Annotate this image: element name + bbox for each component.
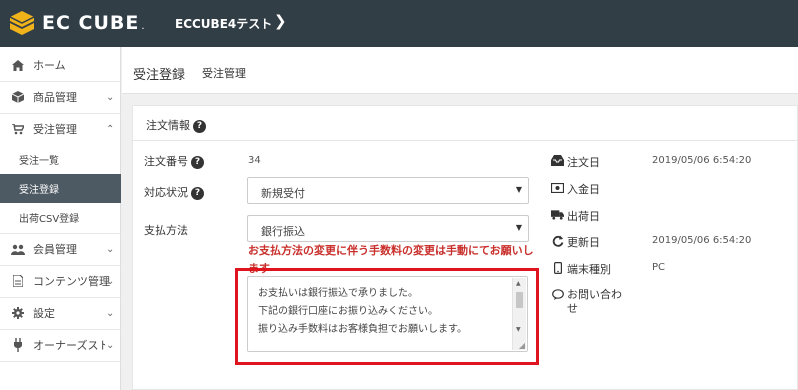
order-date-label: 注文日: [567, 156, 600, 169]
section-title: 注文情報?: [146, 117, 206, 133]
gear-icon: [11, 306, 25, 320]
mobile-icon: [551, 261, 564, 274]
update-date-label: 更新日: [567, 236, 600, 249]
cube-icon: [11, 90, 25, 104]
page-header: 受注登録 受注管理: [122, 47, 798, 94]
update-date-value: 2019/05/06 6:54:20: [652, 235, 752, 246]
chevron-down-icon: ⌄: [106, 275, 115, 287]
sidebar-item-orders[interactable]: 受注管理 ⌃: [0, 113, 121, 145]
sidebar: ホーム 商品管理 ⌄ 受注管理 ⌃ 受注一覧 受注登録 出荷CSV登録 会員管理…: [0, 47, 121, 390]
contact-label: お問い合わせ: [567, 288, 622, 315]
sidebar-subitem-shipping-csv[interactable]: 出荷CSV登録: [0, 203, 121, 232]
plug-icon: [11, 338, 25, 352]
sidebar-item-products[interactable]: 商品管理 ⌄: [0, 81, 121, 113]
sidebar-subitem-order-register[interactable]: 受注登録: [0, 174, 121, 203]
payment-method-select[interactable]: 銀行振込 ▼: [247, 215, 529, 242]
top-bar: EC CUBE . ECCUBE4テスト ❯: [0, 0, 798, 47]
chevron-down-icon: ⌄: [106, 307, 115, 319]
sidebar-item-label: 会員管理: [33, 243, 77, 256]
cube-logo-icon: [9, 11, 35, 35]
page-title: 受注登録: [133, 68, 186, 83]
help-icon[interactable]: ?: [191, 155, 204, 169]
payment-method-label: 支払方法: [144, 224, 188, 237]
shop-name-link[interactable]: ECCUBE4テスト: [175, 15, 272, 32]
chevron-right-icon[interactable]: ❯: [274, 12, 287, 30]
order-number-label: 注文番号?: [144, 153, 204, 169]
payment-date-label: 入金日: [567, 183, 600, 196]
help-icon[interactable]: ?: [193, 119, 206, 133]
sidebar-subitem-label: 出荷CSV登録: [19, 214, 80, 225]
highlight-box: [235, 268, 539, 365]
sidebar-subitem-label: 受注登録: [19, 185, 59, 196]
sidebar-item-home[interactable]: ホーム: [0, 49, 121, 81]
divider: [0, 361, 121, 362]
payment-select-value: 銀行振込: [261, 225, 305, 238]
sidebar-item-label: ホーム: [33, 59, 66, 72]
sidebar-subitem-order-list[interactable]: 受注一覧: [0, 145, 121, 174]
card-header: 注文情報?: [133, 106, 798, 141]
chevron-down-icon: ⌄: [106, 339, 115, 351]
sidebar-item-label: 商品管理: [33, 91, 77, 104]
money-icon: [551, 181, 564, 194]
users-icon: [11, 242, 25, 256]
status-select-value: 新規受付: [261, 187, 305, 200]
caret-down-icon: ▼: [515, 223, 522, 232]
sidebar-item-label: 設定: [33, 307, 55, 320]
sidebar-item-settings[interactable]: 設定 ⌄: [0, 297, 121, 329]
truck-icon: [551, 208, 564, 221]
help-icon[interactable]: ?: [191, 186, 204, 200]
caret-down-icon: ▼: [515, 185, 522, 194]
home-icon: [11, 58, 25, 72]
sidebar-subitem-label: 受注一覧: [19, 156, 59, 167]
comment-icon: [551, 288, 564, 301]
refresh-icon: [551, 234, 564, 247]
status-select[interactable]: 新規受付 ▼: [247, 177, 529, 204]
ec-cube-logo[interactable]: EC CUBE .: [8, 9, 145, 37]
inbox-icon: [551, 154, 564, 167]
file-icon: [11, 274, 25, 288]
order-date-value: 2019/05/06 6:54:20: [652, 155, 752, 166]
ship-date-label: 出荷日: [567, 210, 600, 223]
status-label: 対応状況?: [144, 184, 204, 200]
sidebar-item-owners-store[interactable]: オーナーズストア ⌄: [0, 329, 121, 361]
device-label: 端末種別: [567, 263, 611, 276]
logo-text: EC CUBE: [42, 12, 140, 34]
chevron-down-icon: ⌄: [106, 91, 115, 103]
order-number-value: 34: [248, 155, 261, 166]
sidebar-item-label: コンテンツ管理: [33, 275, 110, 288]
chevron-down-icon: ⌄: [106, 243, 115, 255]
sidebar-item-members[interactable]: 会員管理 ⌄: [0, 233, 121, 265]
device-value: PC: [652, 262, 666, 273]
page-subtitle: 受注管理: [202, 67, 246, 80]
sidebar-item-contents[interactable]: コンテンツ管理 ⌄: [0, 265, 121, 297]
sidebar-item-label: オーナーズストア: [33, 339, 105, 352]
chevron-up-icon: ⌃: [106, 123, 115, 135]
logo-dot: .: [141, 20, 145, 32]
cart-icon: [11, 122, 25, 136]
sidebar-item-label: 受注管理: [33, 123, 77, 136]
